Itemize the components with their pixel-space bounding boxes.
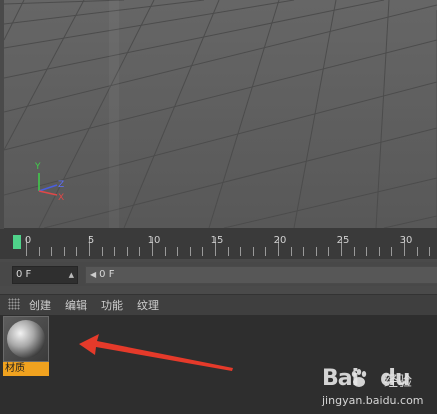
perspective-grid	[4, 0, 437, 228]
panel-grip-icon[interactable]	[8, 298, 20, 310]
spinner-icon[interactable]: ▲	[69, 267, 74, 283]
timeline-playhead[interactable]	[13, 235, 21, 249]
viewport-3d[interactable]: Y Z X	[4, 0, 437, 229]
menu-function[interactable]: 功能	[101, 297, 123, 313]
menu-texture[interactable]: 纹理	[137, 297, 159, 313]
watermark-brand: 经验	[384, 374, 412, 390]
annotation-arrow-icon	[79, 334, 233, 371]
material-thumbnail[interactable]	[3, 316, 49, 362]
material-name[interactable]: 材质	[5, 362, 25, 376]
end-frame-value: 0 F	[99, 269, 115, 280]
axis-label-z: Z	[58, 180, 65, 190]
left-arrow-icon[interactable]: ◀	[90, 270, 96, 279]
start-frame-field[interactable]: 0 F ▲	[12, 266, 78, 284]
watermark-url: jingyan.baidu.com	[322, 394, 424, 407]
end-frame-field[interactable]: ◀ 0 F	[85, 266, 437, 284]
menu-edit[interactable]: 编辑	[65, 297, 87, 313]
start-frame-value: 0 F	[16, 269, 32, 280]
timeline-tick-label: 5	[87, 235, 95, 246]
axis-label-y: Y	[35, 162, 41, 172]
axis-label-x: X	[58, 193, 65, 203]
timeline-tick-label: 0	[24, 235, 32, 246]
timeline-ruler[interactable]: 0 5 10 15 20 25 30	[0, 229, 437, 259]
timeline-tick-label: 30	[399, 235, 413, 246]
menu-create[interactable]: 创建	[29, 297, 51, 313]
material-sphere-icon	[7, 320, 45, 358]
timeline-tick-label: 15	[210, 235, 224, 246]
timeline-tick-label: 10	[147, 235, 161, 246]
timeline-tick-label: 20	[273, 235, 287, 246]
paw-icon	[351, 369, 367, 387]
timeline-tick-label: 25	[336, 235, 350, 246]
